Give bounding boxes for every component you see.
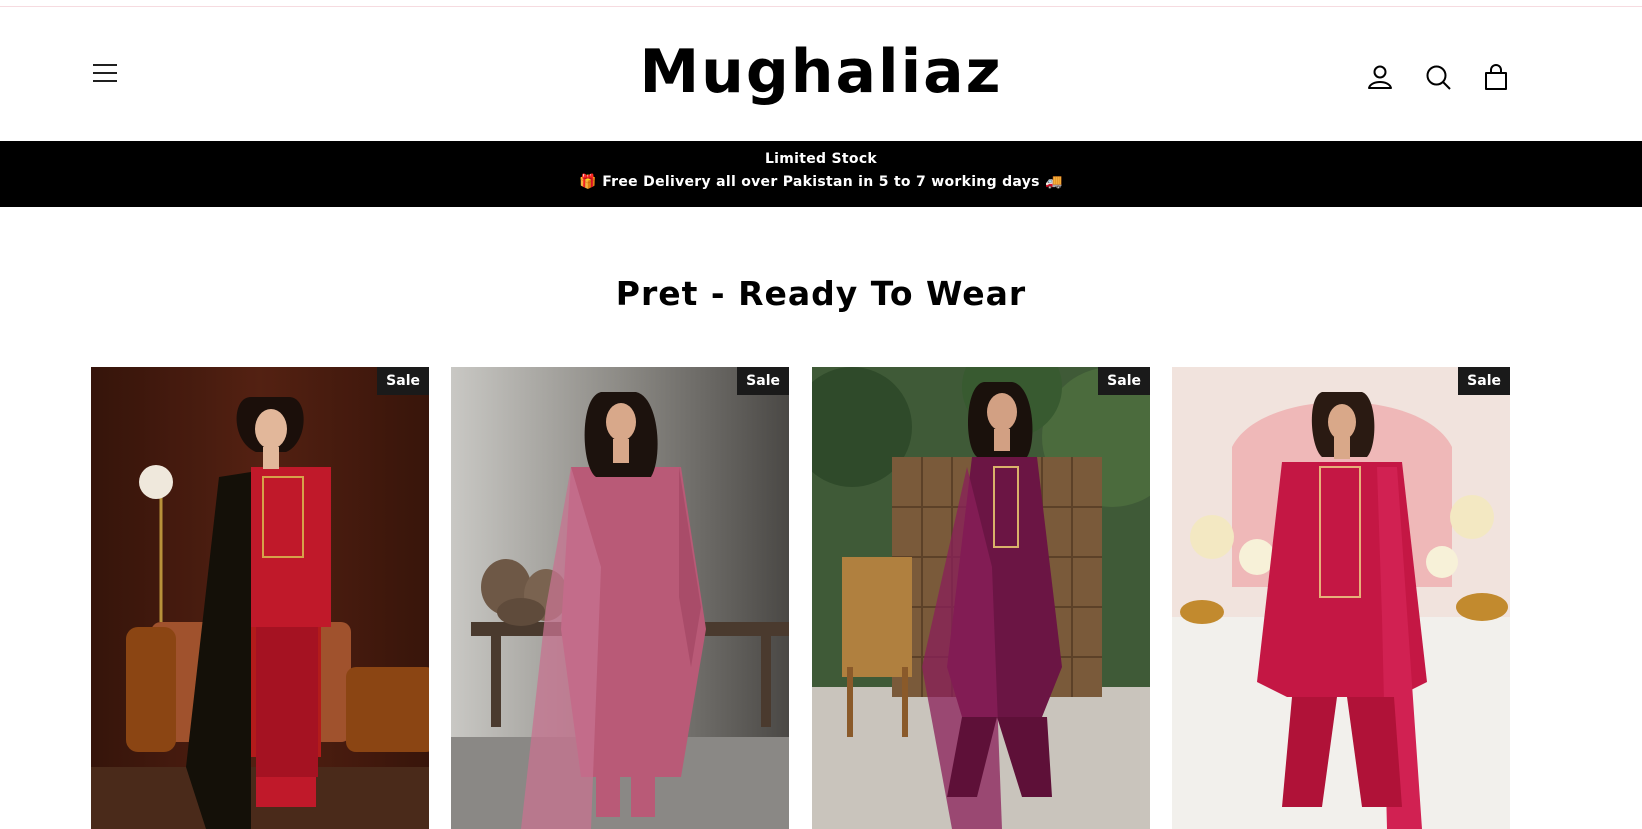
product-card[interactable]: Sale [451, 367, 789, 829]
cart-button[interactable] [1482, 63, 1510, 91]
site-header: Mughaliaz [0, 7, 1642, 141]
shopping-bag-icon [1485, 64, 1507, 90]
sale-badge: Sale [1458, 367, 1510, 395]
product-card[interactable]: Sale [91, 367, 429, 829]
announcement-delivery[interactable]: 🎁 Free Delivery all over Pakistan in 5 t… [0, 174, 1642, 190]
account-button[interactable] [1366, 63, 1394, 91]
sale-badge: Sale [1098, 367, 1150, 395]
product-card[interactable]: Sale [1172, 367, 1510, 829]
user-icon [1368, 65, 1392, 89]
product-image [451, 367, 789, 829]
product-image [812, 367, 1150, 829]
sale-badge: Sale [737, 367, 789, 395]
sale-badge: Sale [377, 367, 429, 395]
collection-title: Pret - Ready To Wear [615, 274, 1027, 313]
announcement-headline: Limited Stock [764, 151, 878, 167]
search-button[interactable] [1424, 63, 1452, 91]
site-logo[interactable]: Mughaliaz [0, 37, 1642, 107]
product-image [91, 367, 429, 829]
product-card[interactable]: Sale [812, 367, 1150, 829]
announcement-bar: Limited Stock 🎁 Free Delivery all over P… [0, 141, 1642, 207]
search-icon [1426, 65, 1451, 90]
product-image [1172, 367, 1510, 829]
